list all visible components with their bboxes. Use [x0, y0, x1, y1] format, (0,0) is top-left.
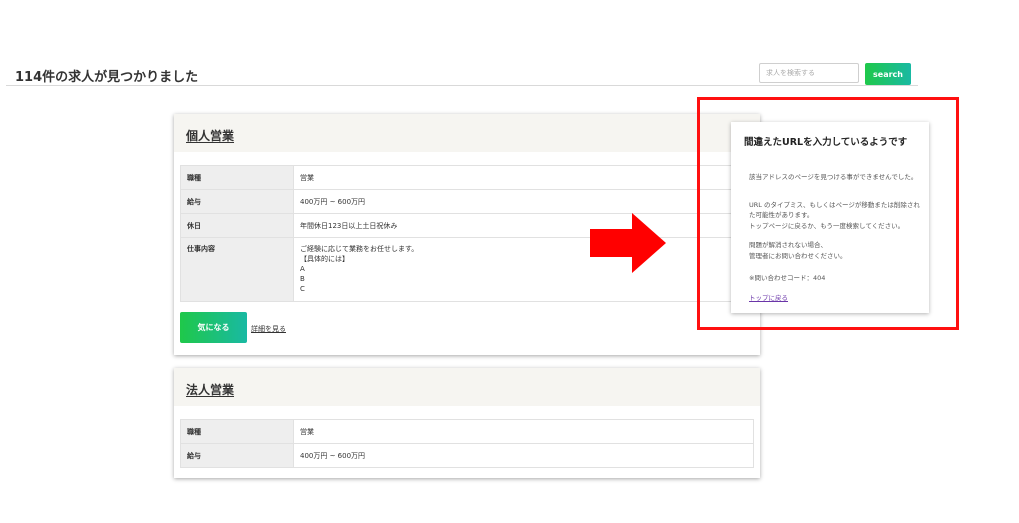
search-button[interactable]: search: [865, 63, 911, 85]
job-info-table: 職種 営業 給与 400万円 ~ 600万円 休日 年間休日123日以上土日祝休…: [180, 165, 754, 302]
description-line: ご経験に応じて業務をお任せします。: [300, 245, 419, 253]
job-card: 法人営業 職種 営業 給与 400万円 ~ 600万円: [174, 368, 760, 478]
right-arrow-icon: [590, 213, 666, 273]
row-label: 給与: [180, 189, 294, 214]
error-code: ※問い合わせコード：404: [749, 274, 826, 282]
error-message: トップページに戻るか、もう一度検索してください。: [749, 222, 905, 230]
error-message: 問題が解消されない場合、: [749, 241, 827, 249]
row-value: 400万円 ~ 600万円: [293, 189, 754, 214]
description-line: A: [300, 265, 305, 273]
row-value: 営業: [293, 165, 754, 190]
job-title-link[interactable]: 法人営業: [186, 381, 234, 398]
row-label: 休日: [180, 213, 294, 238]
table-row: 給与 400万円 ~ 600万円: [180, 443, 754, 468]
error-message: URL のタイプミス、もしくはページが移動または削除された可能性があります。: [749, 201, 920, 219]
row-label: 給与: [180, 443, 294, 468]
description-line: C: [300, 285, 305, 293]
detail-link[interactable]: 詳細を見る: [251, 324, 286, 334]
table-row: 給与 400万円 ~ 600万円: [180, 189, 754, 214]
row-label: 仕事内容: [180, 237, 294, 302]
job-card-header: 個人営業: [174, 114, 760, 152]
error-title: 間違えたURLを入力しているようです: [744, 137, 908, 148]
page-title: 114件の求人が見つかりました: [15, 70, 199, 85]
job-card: 個人営業 職種 営業 給与 400万円 ~ 600万円 休日 年間休日123日以…: [174, 114, 760, 355]
row-value: ご経験に応じて業務をお任せします。 【具体的には】 A B C: [293, 237, 754, 302]
table-row: 仕事内容 ご経験に応じて業務をお任せします。 【具体的には】 A B C: [180, 237, 754, 302]
error-message: 該当アドレスのページを見つける事ができませんでした。: [749, 173, 918, 181]
row-value: 営業: [293, 419, 754, 444]
error-message: 管理者にお問い合わせください。: [749, 252, 847, 260]
table-row: 職種 営業: [180, 419, 754, 444]
row-value: 年間休日123日以上土日祝休み: [293, 213, 754, 238]
search-input[interactable]: [759, 63, 859, 83]
table-row: 休日 年間休日123日以上土日祝休み: [180, 213, 754, 238]
row-value: 400万円 ~ 600万円: [293, 443, 754, 468]
favorite-button[interactable]: 気になる: [180, 312, 247, 343]
row-label: 職種: [180, 419, 294, 444]
job-info-table: 職種 営業 給与 400万円 ~ 600万円: [180, 419, 754, 468]
back-to-top-link[interactable]: トップに戻る: [749, 292, 788, 302]
header-divider: [6, 85, 918, 86]
description-line: 【具体的には】: [300, 255, 349, 263]
table-row: 職種 営業: [180, 165, 754, 190]
job-card-header: 法人営業: [174, 368, 760, 406]
description-line: B: [300, 275, 305, 283]
row-label: 職種: [180, 165, 294, 190]
error-card: 間違えたURLを入力しているようです 該当アドレスのページを見つける事ができませ…: [731, 122, 929, 313]
job-title-link[interactable]: 個人営業: [186, 127, 234, 144]
